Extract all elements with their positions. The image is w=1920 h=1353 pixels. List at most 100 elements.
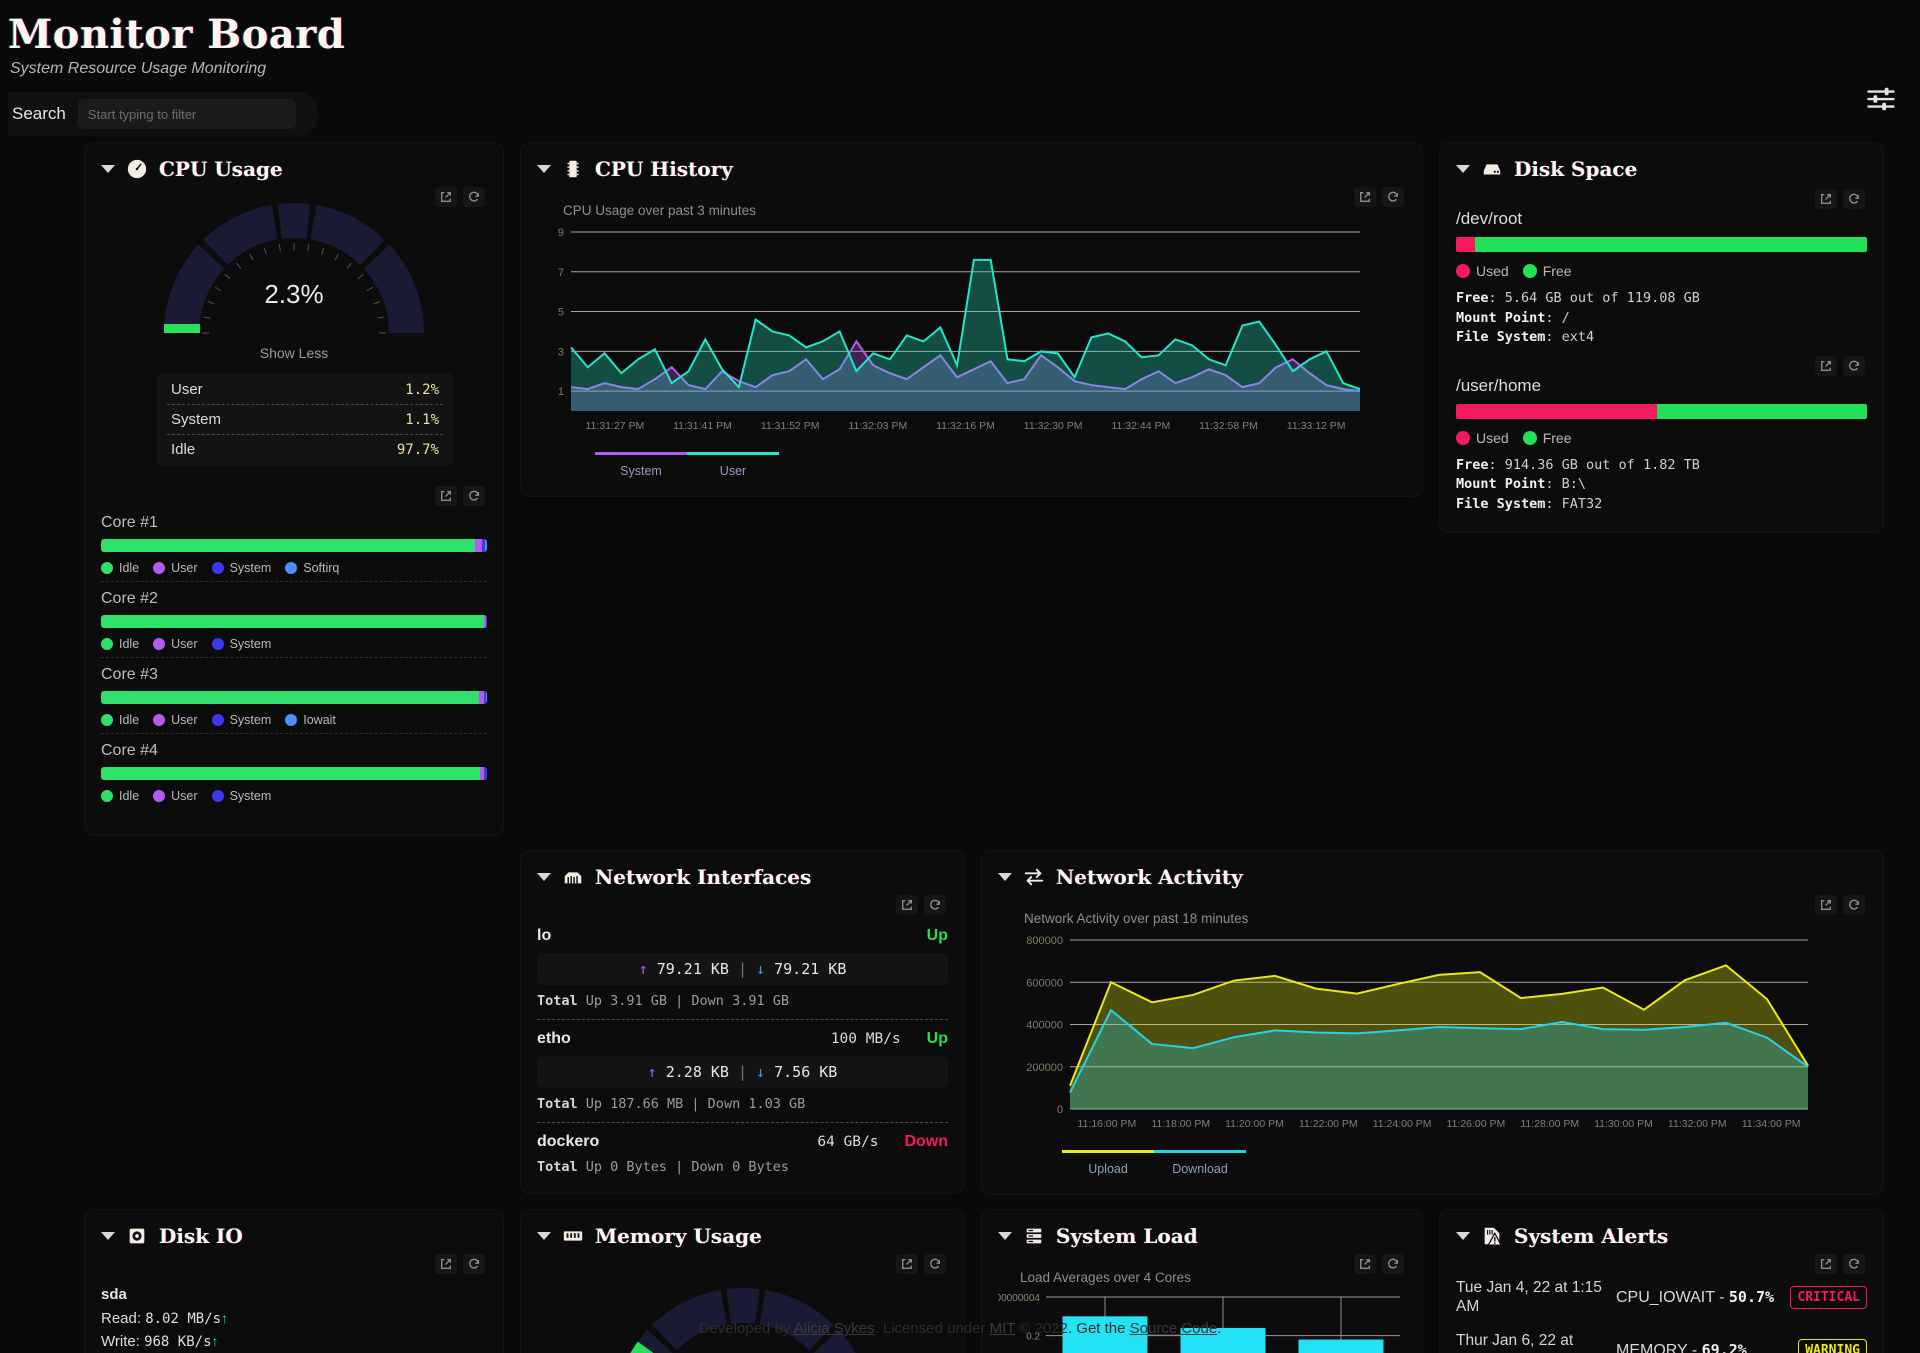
collapse-caret-icon[interactable] — [998, 1232, 1012, 1240]
cpu-history-widget: CPU Usage over past 3 minutes 1 3 5 7 9 11:31… — [537, 185, 1406, 478]
collapse-caret-icon[interactable] — [537, 873, 551, 881]
svg-text:0.30000000000000004: 0.30000000000000004 — [998, 1293, 1040, 1304]
open-in-new-icon[interactable] — [1354, 187, 1376, 207]
interface-name: etho — [537, 1030, 571, 1047]
disk-fs-line: File System: FAT32 — [1456, 495, 1603, 512]
open-in-new-icon[interactable] — [1815, 355, 1837, 376]
section-header[interactable]: Network Activity — [998, 865, 1867, 889]
interface-state: Up — [926, 927, 948, 944]
widget-buttons — [1815, 895, 1865, 915]
svg-text:11:32:30 PM: 11:32:30 PM — [1024, 420, 1083, 432]
section-header[interactable]: Network Interfaces — [537, 865, 948, 889]
open-in-new-icon[interactable] — [896, 1254, 918, 1274]
legend-dot — [211, 562, 224, 574]
collapse-caret-icon[interactable] — [537, 1232, 551, 1240]
server-stack-icon — [1022, 1224, 1046, 1248]
sliders-icon[interactable] — [1866, 86, 1896, 112]
page-header: Monitor Board System Resource Usage Moni… — [0, 0, 1920, 136]
cpu-toggle-details[interactable]: Show Less — [260, 345, 328, 361]
refresh-icon[interactable] — [463, 1254, 485, 1274]
svg-text:3: 3 — [558, 346, 564, 358]
refresh-icon[interactable] — [1843, 189, 1865, 209]
interface-item: etho 100 MB/s Up ↑ 2.28 KB | ↓ 7.56 KB Total… — [537, 1030, 948, 1123]
section-title: Disk Space — [1514, 157, 1638, 181]
open-in-new-icon[interactable] — [1815, 189, 1837, 209]
interface-header: dockero 64 GB/s Down — [537, 1133, 948, 1151]
core-label: Core #2 — [101, 590, 158, 607]
refresh-icon[interactable] — [924, 1254, 946, 1274]
collapse-caret-icon[interactable] — [101, 1232, 115, 1240]
refresh-icon[interactable] — [1843, 895, 1865, 915]
detail-key: User — [171, 381, 203, 398]
interface-header: lo Up — [537, 927, 948, 945]
legend-label: System — [229, 561, 272, 575]
license-link[interactable]: MIT — [990, 1320, 1016, 1337]
svg-text:11:32:16 PM: 11:32:16 PM — [936, 420, 995, 432]
collapse-caret-icon[interactable] — [1456, 165, 1470, 173]
refresh-icon[interactable] — [924, 895, 946, 915]
author-link[interactable]: Alicia Sykes — [794, 1320, 875, 1337]
collapse-caret-icon[interactable] — [1456, 1232, 1470, 1240]
section-header[interactable]: Disk Space — [1456, 157, 1867, 181]
legend-item: Idle — [101, 637, 139, 651]
refresh-icon[interactable] — [463, 486, 485, 506]
widget-buttons — [1815, 1254, 1865, 1274]
search-bar: Search — [8, 92, 318, 136]
refresh-icon[interactable] — [1382, 1254, 1404, 1274]
search-input[interactable] — [77, 99, 296, 129]
section-header[interactable]: System Alerts — [1456, 1224, 1867, 1248]
section-header[interactable]: CPU History — [537, 157, 1406, 181]
refresh-icon[interactable] — [1382, 187, 1404, 207]
section-header[interactable]: CPU Usage — [101, 157, 487, 181]
interface-state: Down — [904, 1133, 948, 1150]
legend-dot — [153, 638, 166, 650]
core-legend: Idle User System — [101, 637, 487, 651]
open-in-new-icon[interactable] — [1815, 895, 1837, 915]
open-in-new-icon[interactable] — [435, 486, 457, 506]
chart-legend: Upload Download — [1062, 1150, 1867, 1176]
chart-caption: CPU Usage over past 3 minutes — [563, 203, 756, 218]
svg-text:1: 1 — [558, 386, 564, 398]
legend-item[interactable]: Download — [1154, 1150, 1246, 1176]
section-title: System Alerts — [1514, 1224, 1669, 1248]
core-usage-bar — [101, 615, 487, 628]
open-in-new-icon[interactable] — [1354, 1254, 1376, 1274]
legend-label: System — [229, 713, 272, 727]
refresh-icon[interactable] — [1843, 1254, 1865, 1274]
section-title: CPU History — [595, 157, 733, 181]
svg-text:11:24:00 PM: 11:24:00 PM — [1373, 1118, 1432, 1130]
legend-item[interactable]: Upload — [1062, 1150, 1154, 1176]
legend-item[interactable]: System — [595, 452, 687, 478]
svg-text:11:28:00 PM: 11:28:00 PM — [1520, 1118, 1579, 1130]
collapse-caret-icon[interactable] — [101, 165, 115, 173]
legend-item: User — [153, 789, 198, 803]
section-header[interactable]: Disk IO — [101, 1224, 487, 1248]
section-header[interactable]: Memory Usage — [537, 1224, 948, 1248]
svg-text:11:31:41 PM: 11:31:41 PM — [673, 420, 732, 432]
chart-caption: Load Averages over 4 Cores — [1020, 1270, 1191, 1285]
legend-label: Download — [1172, 1162, 1228, 1176]
memory-ram-icon — [561, 1224, 585, 1248]
svg-text:11:32:58 PM: 11:32:58 PM — [1199, 420, 1258, 432]
interface-item: lo Up ↑ 79.21 KB | ↓ 79.21 KB Total Up 3.91… — [537, 927, 948, 1020]
source-code-link[interactable]: Source Code — [1130, 1320, 1218, 1337]
core-usage-bar — [101, 767, 487, 780]
refresh-icon[interactable] — [1843, 355, 1865, 376]
disk-free-segment — [1657, 403, 1867, 419]
interface-rate: ↑ 2.28 KB | ↓ 7.56 KB — [537, 1056, 948, 1088]
chart-legend: System User — [595, 452, 1406, 478]
open-in-new-icon[interactable] — [896, 895, 918, 915]
legend-item: System — [211, 713, 272, 727]
open-in-new-icon[interactable] — [435, 1254, 457, 1274]
legend-dot — [1522, 264, 1537, 278]
legend-item[interactable]: User — [687, 452, 779, 478]
legend-label: System — [620, 464, 662, 478]
section-header[interactable]: System Load — [998, 1224, 1406, 1248]
open-in-new-icon[interactable] — [1815, 1254, 1837, 1274]
svg-text:11:31:52 PM: 11:31:52 PM — [761, 420, 820, 432]
collapse-caret-icon[interactable] — [537, 165, 551, 173]
legend-item: Idle — [101, 561, 139, 575]
detail-value: 1.1% — [405, 411, 439, 428]
collapse-caret-icon[interactable] — [998, 873, 1012, 881]
legend-swatch — [1062, 1150, 1154, 1153]
